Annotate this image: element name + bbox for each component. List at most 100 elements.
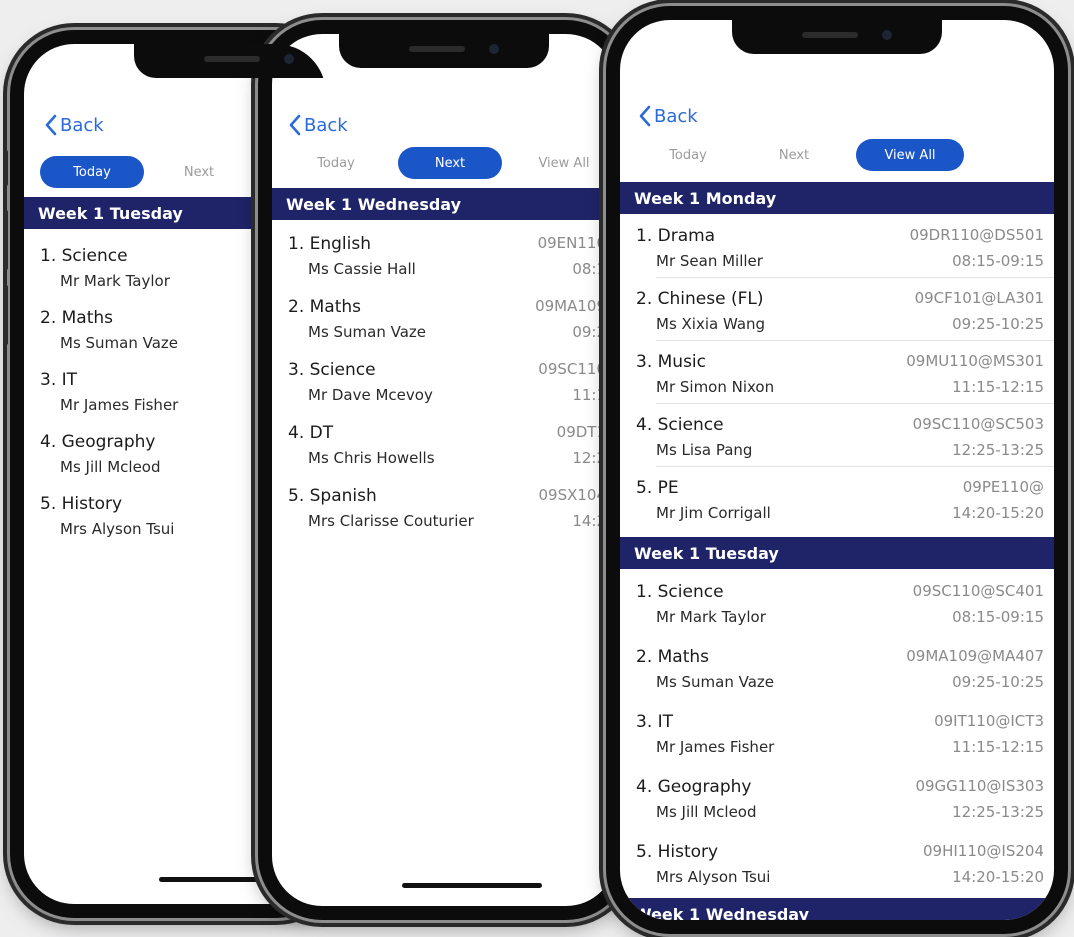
lesson-subject: 3. Science [288, 360, 376, 380]
tab-today[interactable]: Today [40, 156, 144, 188]
lesson-subject: 1. Science [40, 246, 128, 266]
lesson-teacher: Mr Mark Taylor [656, 608, 766, 626]
lesson-teacher: Ms Cassie Hall [308, 260, 416, 278]
lesson-row[interactable]: 1. English Ms Cassie Hall 09EN110 08:1 [272, 224, 616, 286]
lesson-code: 09DR110@DS501 [909, 226, 1044, 244]
home-indicator [760, 893, 910, 898]
lesson-subject: 5. Spanish [288, 486, 377, 506]
lesson-row[interactable]: 5. Spanish Mrs Clarisse Couturier 09SX10… [272, 476, 616, 538]
tab-next[interactable]: Next [144, 156, 254, 188]
lesson-row[interactable]: 1. Drama Mr Sean Miller 09DR110@DS501 08… [620, 216, 1054, 278]
lesson-code: 09SX104 [538, 486, 606, 504]
lesson-subject: 1. Drama [636, 226, 716, 246]
lesson-time: 09:25-10:25 [952, 315, 1044, 333]
row-divider [656, 403, 1054, 404]
lesson-row[interactable]: 4. Science Ms Lisa Pang 09SC110@SC503 12… [620, 405, 1054, 467]
lesson-subject: 2. Maths [636, 647, 710, 667]
week-header: Week 1 Wednesday [620, 898, 1054, 920]
lesson-subject: 3. Music [636, 352, 706, 372]
lesson-time: 09:25-10:25 [952, 673, 1044, 691]
row-divider [656, 466, 1054, 467]
week-header: Week 1 Tuesday [620, 537, 1054, 569]
lesson-time: 14:20-15:20 [952, 868, 1044, 886]
tab-today[interactable]: Today [286, 147, 386, 179]
lesson-subject: 2. Maths [40, 308, 114, 328]
home-indicator [402, 883, 542, 888]
tab-view-all[interactable]: View All [512, 147, 616, 179]
lesson-time: 11:15-12:15 [952, 738, 1044, 756]
lesson-time: 08:15-09:15 [952, 252, 1044, 270]
lesson-subject: 3. IT [636, 712, 674, 732]
lesson-time: 12:2 [572, 449, 606, 467]
segment-control: Today Next View All [640, 139, 964, 171]
lesson-row[interactable]: 4. Geography Ms Jill Mcleod 09GG110@IS30… [620, 767, 1054, 829]
tab-next[interactable]: Next [746, 139, 842, 171]
tab-next[interactable]: Next [398, 147, 502, 179]
lesson-row[interactable]: 1. Science Mr Mark Taylor 09SC110@SC401 … [620, 572, 1054, 634]
lesson-time: 09:2 [572, 323, 606, 341]
lesson-subject: 5. PE [636, 478, 679, 498]
notch [732, 20, 942, 54]
lesson-time: 11:15-12:15 [952, 378, 1044, 396]
lesson-row[interactable]: 2. Chinese (FL) Ms Xixia Wang 09CF101@LA… [620, 279, 1054, 341]
lesson-teacher: Ms Suman Vaze [656, 673, 775, 691]
lesson-code: 09SC110 [538, 360, 606, 378]
back-button[interactable]: Back [288, 114, 348, 136]
lesson-subject: 1. English [288, 234, 372, 254]
lesson-row[interactable]: 2. Maths Ms Suman Vaze 09MA109@MA407 09:… [620, 637, 1054, 699]
lesson-teacher: Mrs Alyson Tsui [60, 520, 175, 538]
lesson-row[interactable]: 3. Music Mr Simon Nixon 09MU110@MS301 11… [620, 342, 1054, 404]
lesson-row[interactable]: 3. IT Mr James Fisher 09IT110@ICT3 11:15… [620, 702, 1054, 764]
row-divider [656, 340, 1054, 341]
chevron-left-icon [639, 105, 651, 127]
lesson-subject: 4. DT [288, 423, 334, 443]
lesson-teacher: Ms Lisa Pang [656, 441, 753, 459]
lesson-subject: 5. History [636, 842, 719, 862]
back-label: Back [60, 114, 104, 136]
tab-view-all[interactable]: View All [856, 139, 964, 171]
row-divider [656, 277, 1054, 278]
side-button [4, 210, 8, 270]
lesson-row[interactable]: 5. PE Mr Jim Corrigall 09PE110@ 14:20-15… [620, 468, 1054, 530]
lesson-teacher: Mr Simon Nixon [656, 378, 775, 396]
lesson-code: 09GG110@IS303 [915, 777, 1044, 795]
side-button [4, 150, 8, 186]
lesson-row[interactable]: 4. DT Ms Chris Howells 09DT1 12:2 [272, 413, 616, 475]
chevron-left-icon [289, 114, 301, 136]
tab-today[interactable]: Today [640, 139, 736, 171]
lesson-subject: 3. IT [40, 370, 78, 390]
lesson-row[interactable]: 2. Maths Ms Suman Vaze 09MA109 09:2 [272, 287, 616, 349]
lesson-time: 08:15-09:15 [952, 608, 1044, 626]
lesson-code: 09IT110@ICT3 [934, 712, 1044, 730]
lesson-time: 11:1 [572, 386, 606, 404]
lesson-row[interactable]: 5. History Mrs Alyson Tsui 09HI110@IS204… [620, 832, 1054, 894]
lesson-teacher: Ms Chris Howells [308, 449, 435, 467]
lesson-time: 12:25-13:25 [952, 441, 1044, 459]
lesson-teacher: Mr James Fisher [60, 396, 179, 414]
notch [134, 44, 326, 78]
lesson-teacher: Mrs Alyson Tsui [656, 868, 771, 886]
lesson-time: 08:1 [572, 260, 606, 278]
back-label: Back [654, 105, 698, 127]
week-header: Week 1 Monday [620, 182, 1054, 214]
back-button[interactable]: Back [638, 105, 698, 127]
lesson-code: 09MA109 [535, 297, 606, 315]
lesson-teacher: Ms Jill Mcleod [60, 458, 161, 476]
lesson-code: 09MA109@MA407 [906, 647, 1044, 665]
lesson-subject: 4. Geography [40, 432, 156, 452]
phone-right: Back Today Next View All Week 1 Monday 1… [606, 6, 1068, 934]
back-label: Back [304, 114, 348, 136]
segment-control: Today Next View All [286, 147, 616, 179]
lesson-subject: 1. Science [636, 582, 724, 602]
lesson-code: 09DT1 [556, 423, 606, 441]
side-button [4, 285, 8, 345]
week-header: Week 1 Wednesday [272, 188, 616, 220]
lesson-subject: 5. History [40, 494, 123, 514]
lesson-teacher: Mr Jim Corrigall [656, 504, 771, 522]
lesson-teacher: Ms Suman Vaze [308, 323, 427, 341]
lesson-row[interactable]: 3. Science Mr Dave Mcevoy 09SC110 11:1 [272, 350, 616, 412]
back-button[interactable]: Back [44, 114, 104, 136]
lesson-subject: 4. Geography [636, 777, 752, 797]
lesson-time: 14:20-15:20 [952, 504, 1044, 522]
lesson-code: 09PE110@ [962, 478, 1044, 496]
